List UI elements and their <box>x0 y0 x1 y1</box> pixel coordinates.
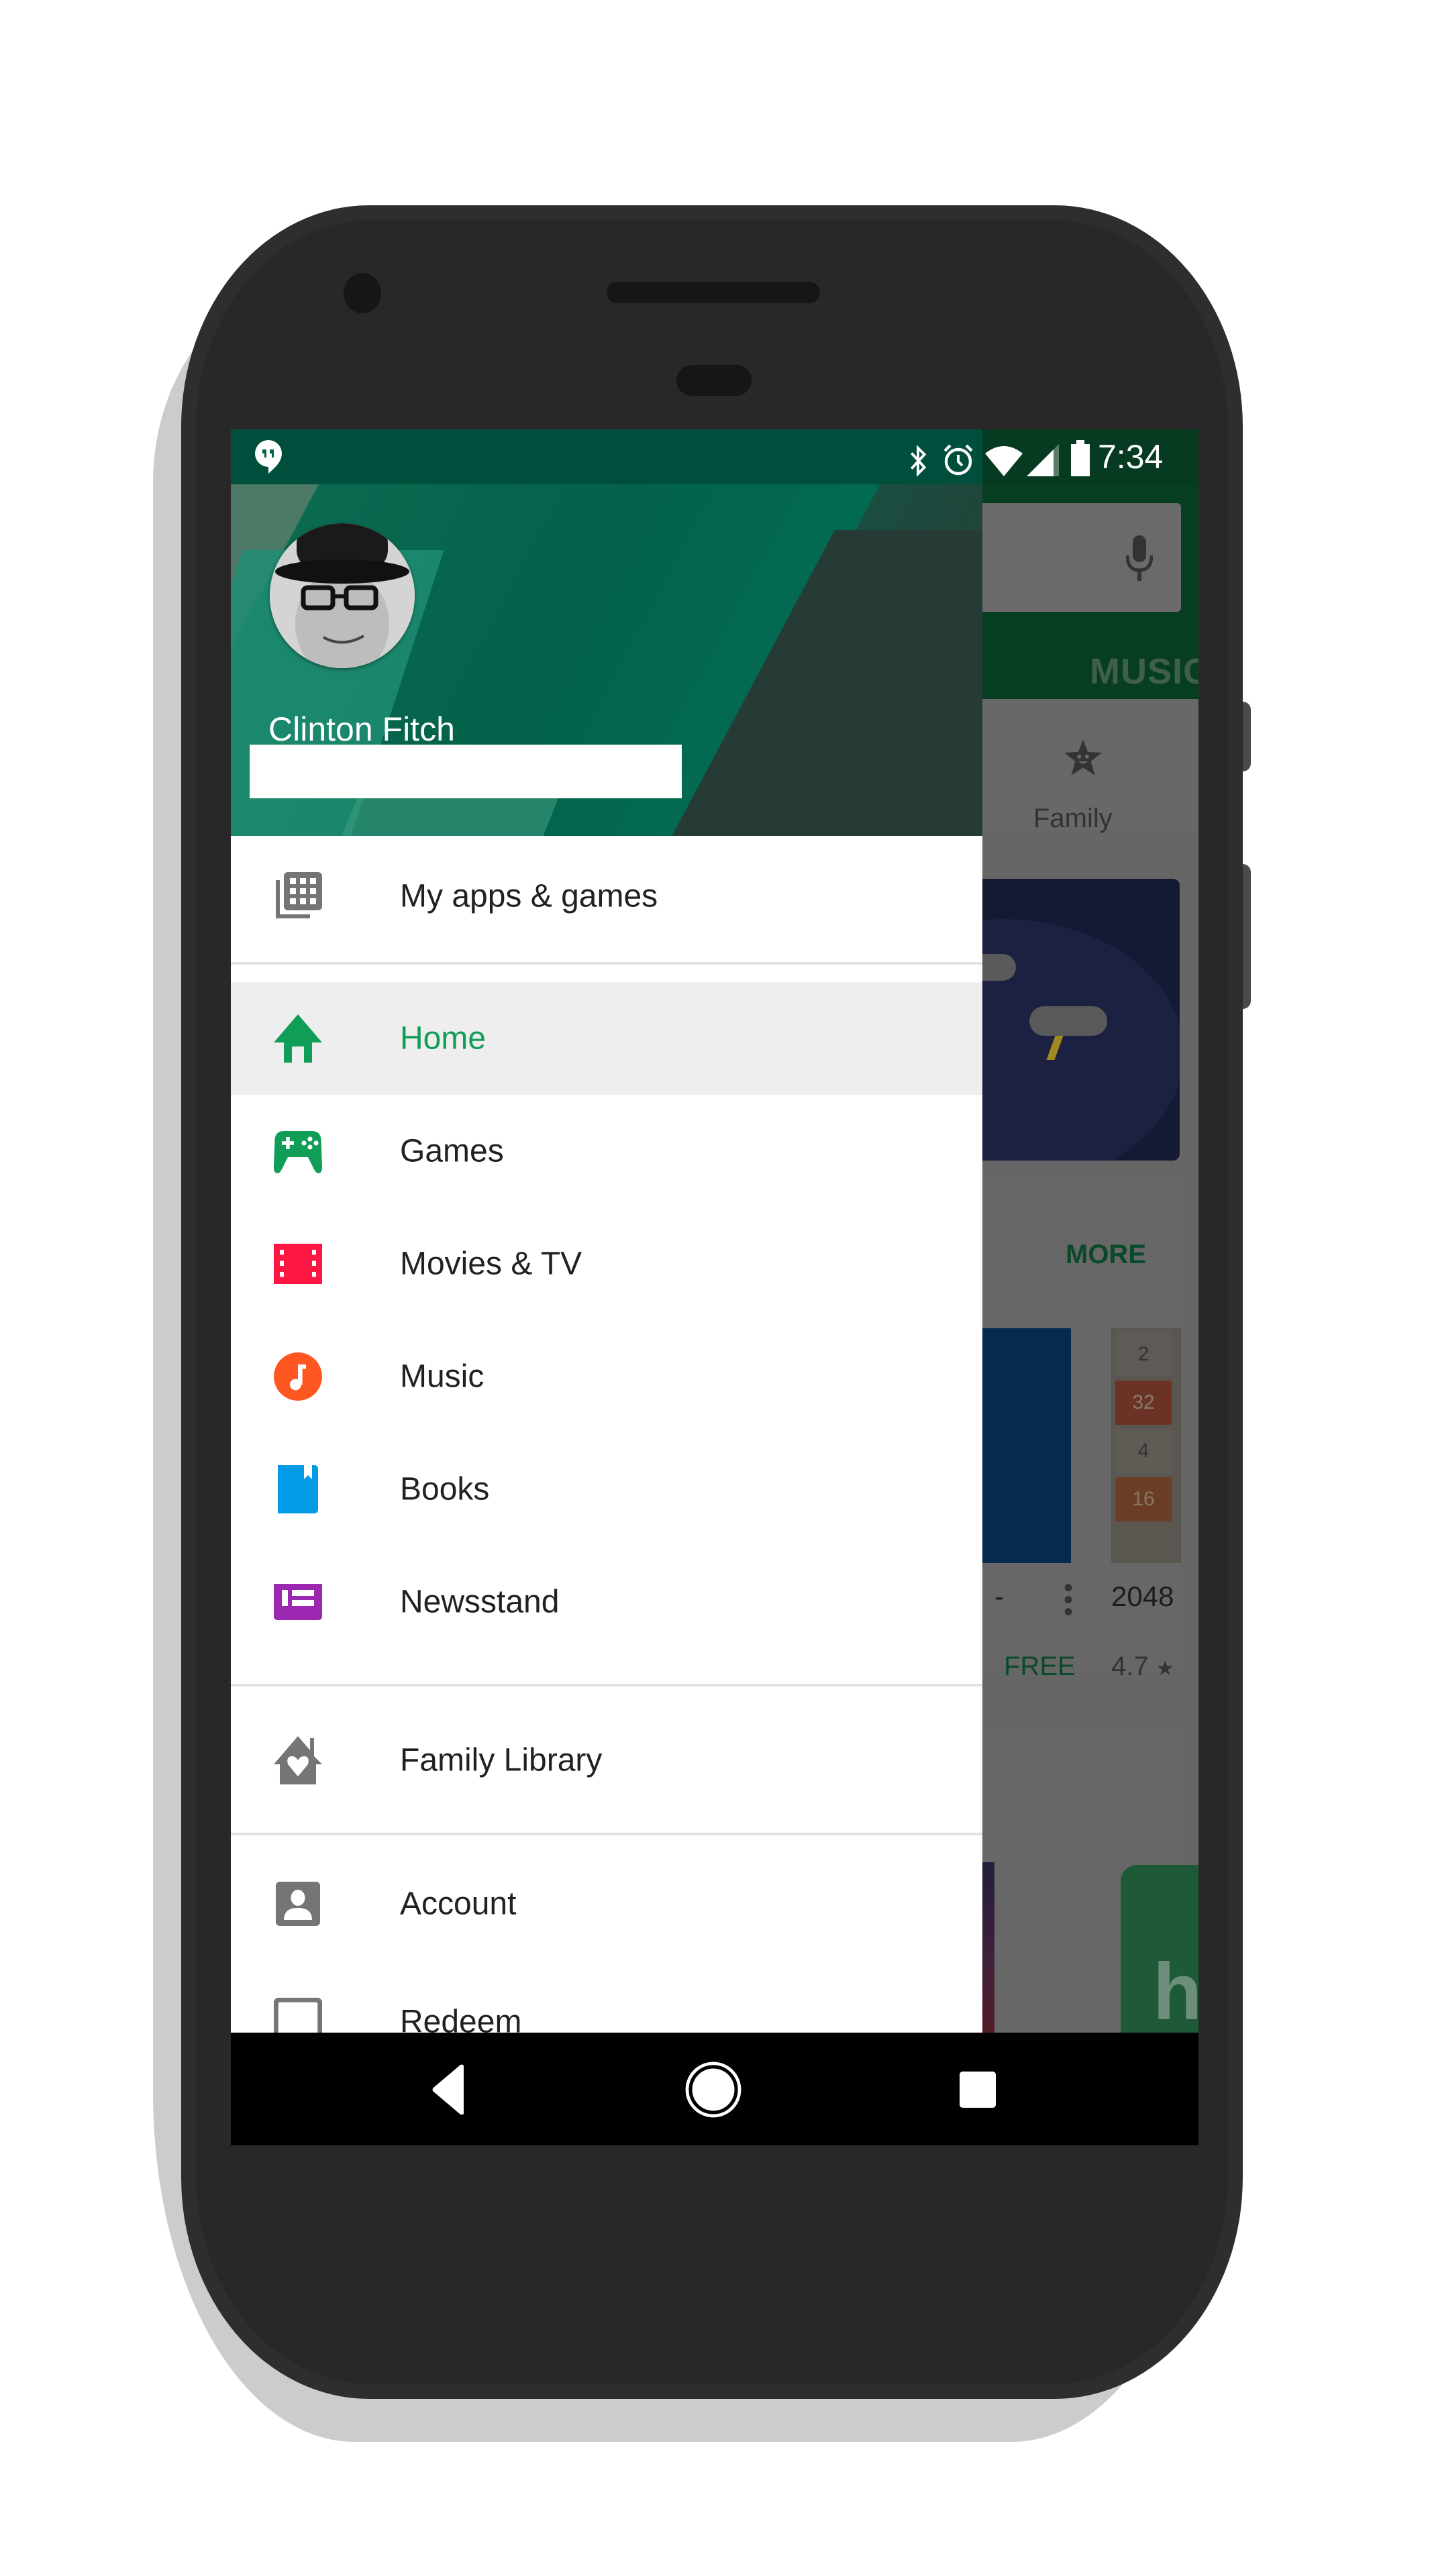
tile: 16 <box>1115 1477 1172 1521</box>
menu-item-games[interactable]: Games <box>231 1095 982 1208</box>
volume-button[interactable] <box>1243 864 1251 1009</box>
app-letter: h <box>1153 1947 1198 2037</box>
menu-label: Movies & TV <box>400 1246 582 1282</box>
back-icon[interactable] <box>417 2059 478 2120</box>
more-button[interactable]: MORE <box>1066 1240 1146 1270</box>
tile: 2 <box>1115 1332 1172 1377</box>
hangouts-icon <box>255 440 282 474</box>
menu-item-home[interactable]: Home <box>231 982 982 1095</box>
tab-music[interactable]: MUSIC <box>1090 651 1198 692</box>
menu-item-movies-tv[interactable]: Movies & TV <box>231 1208 982 1320</box>
status-time: 7:34 <box>1098 438 1164 476</box>
newsstand-icon <box>274 1584 322 1620</box>
account-email-redacted[interactable] <box>250 745 682 798</box>
navigation-drawer: Clinton Fitch My apps & games Home Games… <box>231 429 982 2145</box>
signal-icon <box>1027 444 1059 476</box>
app1-title: - <box>994 1580 1004 1612</box>
rating-value: 4.7 <box>1111 1652 1149 1681</box>
menu-item-books[interactable]: Books <box>231 1433 982 1546</box>
menu-item-music[interactable]: Music <box>231 1320 982 1433</box>
app2-title: 2048 <box>1111 1580 1174 1612</box>
system-navigation-bar <box>231 2033 1198 2145</box>
menu-item-account[interactable]: Account <box>231 1845 982 1963</box>
drawer-header: Clinton Fitch <box>231 429 982 836</box>
menu-item-family-library[interactable]: Family Library <box>231 1695 982 1826</box>
menu-label: Newsstand <box>400 1584 560 1620</box>
menu-item-newsstand[interactable]: Newsstand <box>231 1546 982 1658</box>
app2-rating: 4.7 ★ <box>1111 1652 1174 1682</box>
power-button[interactable] <box>1243 702 1251 771</box>
user-name[interactable]: Clinton Fitch <box>268 710 455 749</box>
star-icon: ★ <box>1156 1658 1174 1680</box>
my-apps-icon <box>276 872 322 918</box>
tile: 32 <box>1115 1381 1172 1425</box>
menu-label: Books <box>400 1471 490 1507</box>
category-family[interactable]: Family <box>1033 804 1113 834</box>
front-camera <box>344 273 381 313</box>
menu-item-my-apps-games[interactable]: My apps & games <box>231 836 982 957</box>
overflow-menu-icon[interactable]: • • • <box>1062 1574 1075 1625</box>
earpiece-speaker <box>607 282 820 303</box>
status-bar: 7:34 <box>231 429 1198 484</box>
mic-icon[interactable] <box>1126 535 1153 581</box>
menu-label: Account <box>400 1886 517 1922</box>
avatar-photo <box>270 523 415 668</box>
wifi-icon <box>985 446 1023 476</box>
divider <box>231 962 982 965</box>
app-icon-2048[interactable]: 2 32 4 16 <box>1111 1328 1181 1563</box>
recents-icon[interactable] <box>948 2059 1008 2120</box>
bluetooth-icon <box>910 445 927 477</box>
film-icon <box>274 1244 322 1284</box>
music-note-icon <box>274 1352 322 1401</box>
book-icon <box>278 1465 318 1513</box>
menu-label: Family Library <box>400 1742 603 1778</box>
screen: MUSIC Family MORE 2 32 4 16 - • • • 2048… <box>231 429 1198 2145</box>
menu-label: Games <box>400 1133 504 1169</box>
home-icon <box>274 1014 322 1063</box>
gamepad-icon <box>274 1131 322 1173</box>
battery-icon <box>1071 440 1090 476</box>
family-star-icon <box>1064 739 1102 775</box>
menu-label: My apps & games <box>400 878 658 914</box>
proximity-sensor <box>676 365 752 396</box>
menu-label: Home <box>400 1020 487 1057</box>
tile: 4 <box>1115 1429 1172 1473</box>
family-library-icon <box>274 1736 322 1784</box>
alarm-icon <box>943 444 973 476</box>
menu-label: Music <box>400 1358 484 1395</box>
divider <box>231 1684 982 1686</box>
home-circle-icon[interactable] <box>683 2059 744 2120</box>
account-icon <box>276 1882 320 1926</box>
avatar[interactable] <box>270 523 415 668</box>
app1-price: FREE <box>1004 1652 1076 1681</box>
divider <box>231 1833 982 1835</box>
